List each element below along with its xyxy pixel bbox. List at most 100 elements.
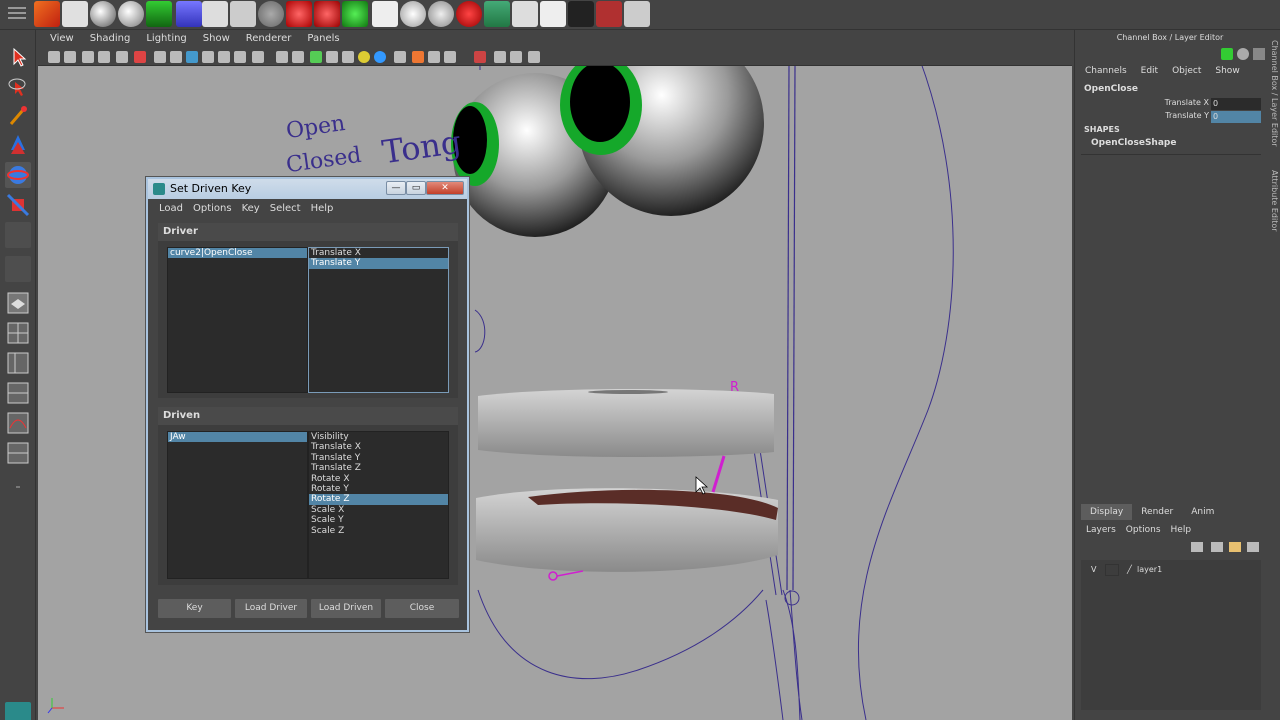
film-gate-icon[interactable] [170,51,182,63]
dialog-titlebar[interactable]: Set Driven Key — ▭ ✕ [148,179,467,199]
ambient-occlusion-icon[interactable] [374,51,386,63]
lights-icon[interactable] [342,51,354,63]
shelf-tool-icon[interactable] [540,1,566,27]
wireframe-on-shaded-icon[interactable] [310,51,322,63]
safe-title-icon[interactable] [252,51,264,63]
shelf-tool-icon[interactable] [372,1,398,27]
channel-box-toggle-icon[interactable] [1237,48,1249,60]
graph-layout-icon[interactable] [5,380,31,406]
driven-attr-translate-z[interactable]: Translate Z [309,463,448,473]
maximize-button[interactable]: ▭ [406,181,426,195]
shelf-tool-icon[interactable] [258,1,284,27]
channel-box-node-name[interactable]: OpenClose [1084,84,1138,94]
driven-attr-translate-y[interactable]: Translate Y [309,453,448,463]
hypergraph-layout-icon[interactable] [5,440,31,466]
stereo-icon[interactable] [494,51,506,63]
load-driven-button[interactable]: Load Driven [311,599,381,618]
minimize-button[interactable]: — [386,181,406,195]
driven-attr-rotate-y[interactable]: Rotate Y [309,484,448,494]
textured-icon[interactable] [326,51,338,63]
xray-icon[interactable] [412,51,424,63]
pcb-icon[interactable] [596,1,622,27]
driven-attr-visibility[interactable]: Visibility [309,432,448,442]
channel-menu-show[interactable]: Show [1215,66,1253,76]
layer-row[interactable]: V ╱ layer1 [1085,564,1257,578]
shelf-tool-icon[interactable] [428,1,454,27]
channel-menu-channels[interactable]: Channels [1085,66,1141,76]
layer-list[interactable]: V ╱ layer1 [1081,560,1261,710]
gate-mask-icon[interactable] [202,51,214,63]
field-chart-icon[interactable] [218,51,230,63]
layer-visibility-toggle[interactable]: V [1091,565,1096,574]
viewport-menu-view[interactable]: View [42,30,82,48]
driver-object-item[interactable]: curve2|OpenClose [168,248,307,259]
vis-icon[interactable] [484,1,510,27]
move-tool-icon[interactable] [5,132,31,158]
dialog-menu-select[interactable]: Select [265,199,306,219]
shelf-tool-icon[interactable] [286,1,312,27]
image-plane-icon[interactable] [98,51,110,63]
shape-node-name[interactable]: OpenCloseShape [1091,138,1176,148]
shelf-tool-icon[interactable] [512,1,538,27]
graph-editor-layout-icon[interactable] [5,410,31,436]
layer-name[interactable]: layer1 [1137,565,1162,574]
driver-attr-translate-x[interactable]: Translate X [309,248,448,258]
layer-tab-display[interactable]: Display [1081,504,1133,520]
layer-type-toggle[interactable] [1105,564,1119,576]
channel-menu-edit[interactable]: Edit [1141,66,1172,76]
driver-attribute-list[interactable]: Translate X Translate Y [308,247,449,393]
driver-attr-translate-y[interactable]: Translate Y [309,258,448,269]
grease-pencil-icon[interactable] [134,51,146,63]
layer-tab-anim[interactable]: Anim [1182,504,1223,520]
dialog-menu-options[interactable]: Options [188,199,237,219]
paint-tool-icon[interactable] [5,104,31,130]
new-layer-selected-icon[interactable] [1247,542,1259,552]
camera-attributes-icon[interactable] [64,51,76,63]
two-d-pan-icon[interactable] [116,51,128,63]
driven-attribute-list[interactable]: Visibility Translate X Translate Y Trans… [308,431,449,579]
sphere-icon[interactable] [90,1,116,27]
pc-icon[interactable] [568,1,594,27]
channel-row-translate-x[interactable]: Translate X 0 [1084,98,1261,110]
layer-menu-help[interactable]: Help [1166,522,1197,538]
close-window-button[interactable]: ✕ [426,181,464,195]
grid-icon[interactable] [154,51,166,63]
lasso-tool-icon[interactable] [5,74,31,100]
channel-menu-object[interactable]: Object [1172,66,1215,76]
shelf-tool-icon[interactable] [624,1,650,27]
close-button[interactable]: Close [385,599,459,618]
shelf-tool-icon[interactable] [34,1,60,27]
resolution-gate-icon[interactable] [186,51,198,63]
viewport-menu-shading[interactable]: Shading [82,30,139,48]
isolate-select-icon[interactable] [394,51,406,63]
viewport-menu-renderer[interactable]: Renderer [238,30,300,48]
four-pane-layout-icon[interactable] [5,320,31,346]
expand-toolbar-icon[interactable] [528,51,540,63]
driven-attr-scale-x[interactable]: Scale X [309,505,448,515]
viewport-menu-lighting[interactable]: Lighting [138,30,194,48]
shelf-tool-icon[interactable] [342,1,368,27]
move-layer-down-icon[interactable] [1211,542,1223,552]
last-tool-icon[interactable] [5,222,31,248]
outliner-layout-icon[interactable] [5,350,31,376]
layer-menu-layers[interactable]: Layers [1081,522,1121,538]
viewport-menu-show[interactable]: Show [195,30,238,48]
wireframe-icon[interactable] [276,51,288,63]
channel-row-translate-y[interactable]: Translate Y 0 [1084,111,1261,123]
channel-value[interactable]: 0 [1211,98,1261,110]
dialog-menu-help[interactable]: Help [306,199,339,219]
color-management-icon[interactable] [510,51,522,63]
shadows-icon[interactable] [358,51,370,63]
rotate-tool-icon[interactable] [5,162,31,188]
smooth-shade-icon[interactable] [292,51,304,63]
driven-attr-rotate-x[interactable]: Rotate X [309,474,448,484]
driver-object-list[interactable]: curve2|OpenClose [167,247,308,393]
driven-attr-scale-z[interactable]: Scale Z [309,526,448,536]
driven-attr-rotate-z[interactable]: Rotate Z [309,494,448,505]
shelf-tool-icon[interactable] [62,1,88,27]
empty-tool-slot-icon[interactable] [5,256,31,282]
shelf-tool-icon[interactable] [400,1,426,27]
new-layer-icon[interactable] [1229,542,1241,552]
key-button[interactable]: Key [158,599,231,618]
shelf-tool-icon[interactable] [456,1,482,27]
